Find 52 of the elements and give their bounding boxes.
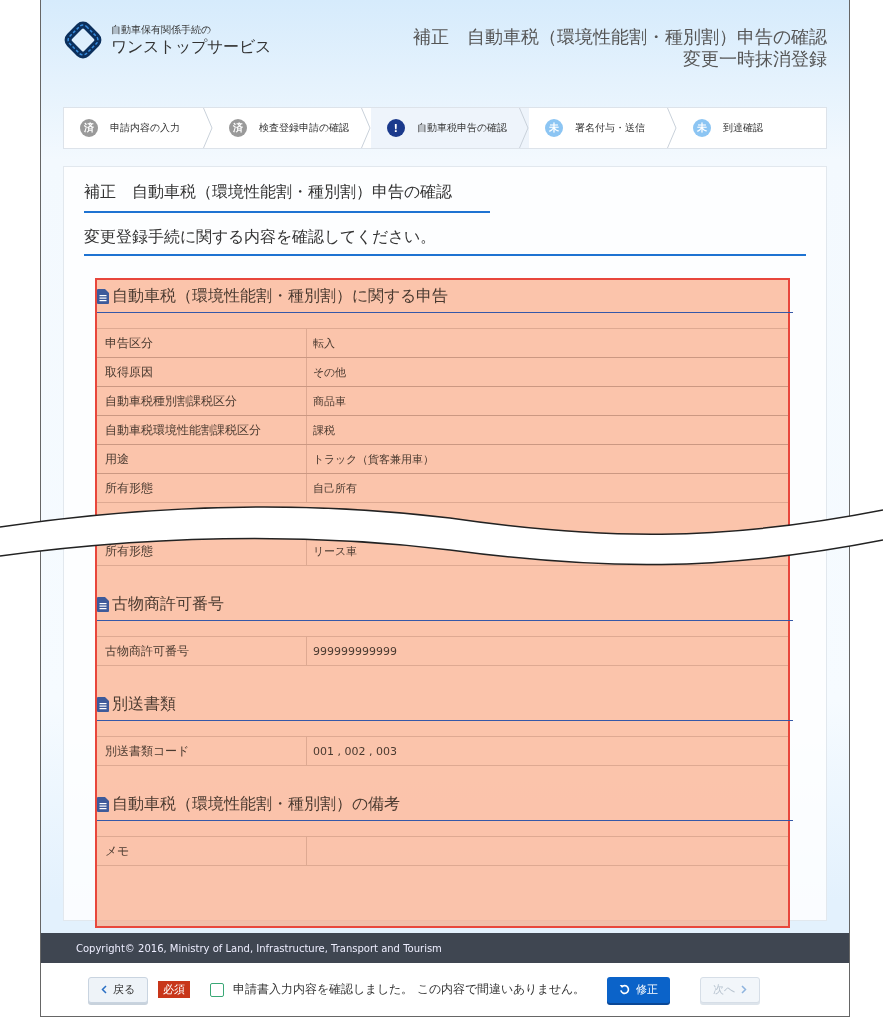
- field-value: トラック（貨客兼用車）: [312, 451, 435, 468]
- chevron-divider: [360, 108, 371, 148]
- field-value: 001 , 002 , 003: [312, 743, 398, 760]
- field-value: その他: [312, 364, 347, 381]
- chevron-divider: [202, 108, 213, 148]
- step-badge: 未: [544, 119, 563, 137]
- panel-title: 補正 自動車税（環境性能割・種別割）申告の確認: [84, 182, 490, 213]
- field-label: 自動車税環境性能割課税区分: [97, 416, 307, 444]
- field-value: 自己所有: [312, 480, 358, 497]
- page-title: 変更一時抹消登録: [683, 48, 827, 70]
- confirm-checkbox[interactable]: [210, 982, 224, 997]
- section-title: 別送書類: [112, 693, 176, 715]
- chevron-divider: [667, 108, 678, 148]
- field-label: 古物商許可番号: [97, 637, 307, 665]
- logo-caption: 自動車保有関係手続の: [111, 22, 212, 37]
- chevron-left-icon: [101, 985, 107, 994]
- section-title: 古物商許可番号: [112, 593, 224, 615]
- chevron-divider: [518, 108, 529, 148]
- field-label: 用途: [97, 445, 307, 473]
- undo-icon: [618, 984, 630, 995]
- field-value: リース車: [312, 543, 358, 560]
- step-badge: 未: [693, 119, 712, 137]
- step-badge: !: [386, 119, 405, 137]
- section-title: 自動車税（環境性能割・種別割）に関する申告: [112, 285, 448, 307]
- checkbox-label: 申請書入力内容を確認しました。 この内容で間違いありません。: [233, 981, 585, 998]
- logo-icon: [63, 20, 103, 60]
- document-icon: [97, 796, 109, 812]
- field-label: メモ: [97, 837, 307, 865]
- required-tag: 必須: [158, 981, 190, 998]
- progress-step: ! 自動車税申告の確認: [370, 108, 529, 148]
- field-label: 所有形態: [97, 474, 307, 502]
- logo-title: ワンストップサービス: [111, 36, 271, 58]
- field-value: 商品車: [312, 393, 347, 410]
- document-icon: [97, 696, 109, 712]
- fix-button[interactable]: 修正: [606, 976, 670, 1003]
- document-icon: [97, 596, 109, 612]
- back-button[interactable]: 戻る: [88, 976, 148, 1003]
- page-title: 補正 自動車税（環境性能割・種別割）申告の確認: [413, 26, 827, 48]
- instruction-text: 変更登録手続に関する内容を確認してください。: [84, 227, 806, 256]
- step-badge: 済: [80, 119, 98, 137]
- field-value: 課税: [312, 422, 336, 439]
- step-badge: 済: [228, 119, 247, 137]
- field-value: 999999999999: [312, 643, 398, 660]
- field-label: 取得原因: [97, 358, 307, 386]
- section-title: 自動車税（環境性能割・種別割）の備考: [112, 793, 400, 815]
- chevron-right-icon: [740, 985, 747, 994]
- document-icon: [97, 288, 109, 304]
- field-label: 別送書類コード: [97, 737, 307, 765]
- field-label: 申告区分: [97, 329, 307, 357]
- copyright-text: Copyright© 2016, Ministry of Land, Infrastructure, Transport and Tourism: [41, 933, 849, 963]
- field-value: 転入: [312, 335, 336, 352]
- field-label: 自動車税種別割課税区分: [97, 387, 307, 415]
